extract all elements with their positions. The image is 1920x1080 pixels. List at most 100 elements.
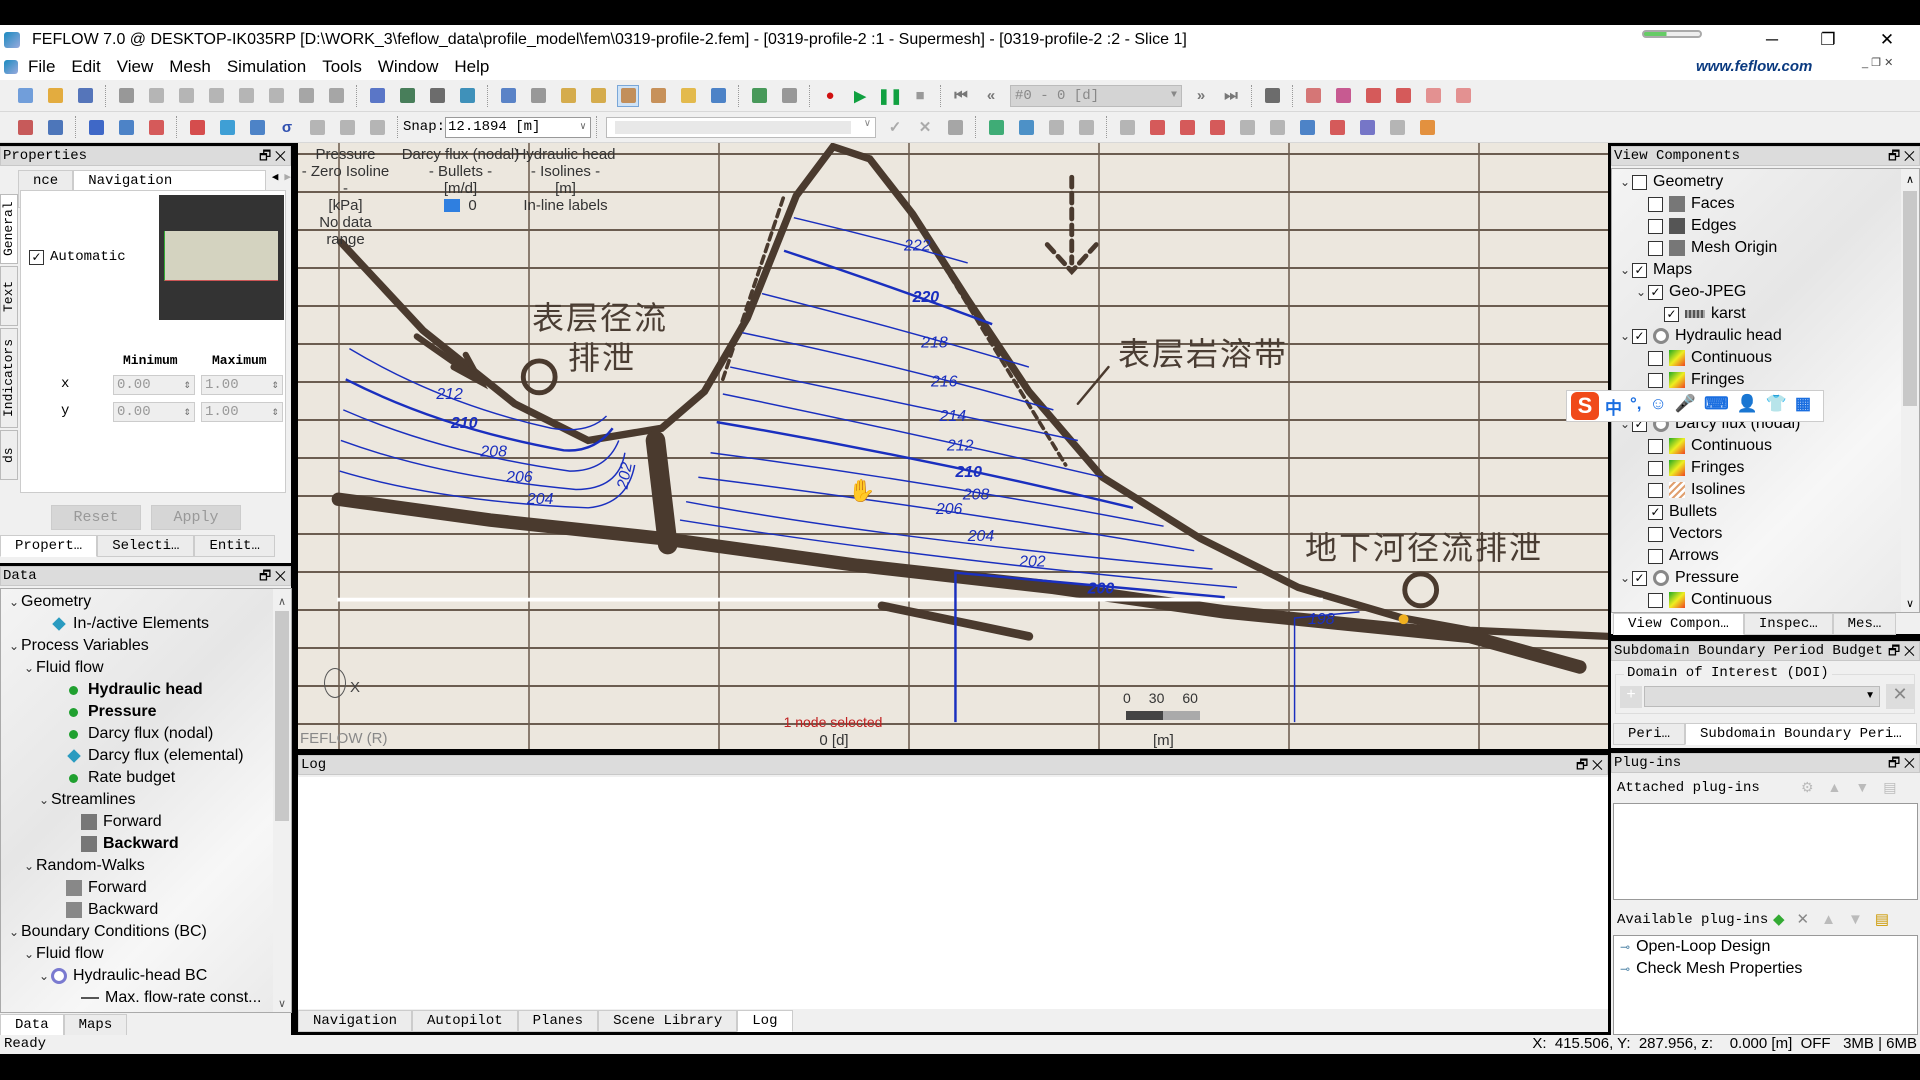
tree-item[interactable]: Fringes [1612,457,1919,479]
print-icon[interactable] [265,85,287,107]
visibility-checkbox[interactable] [1648,372,1663,388]
tree-item[interactable]: In-/active Elements [1,613,291,635]
open-icon[interactable] [44,85,66,107]
tree-item[interactable]: Mesh Origin [1612,237,1919,259]
x-max-spinbox[interactable]: 1.00 [201,375,283,395]
tree-item[interactable]: Faces [1612,193,1919,215]
panel-float-close[interactable]: 🗗 ✕ [1888,147,1915,165]
menu-view[interactable]: View [109,57,162,77]
side-tab-text[interactable]: Text [0,266,18,326]
snapshot-icon[interactable] [527,85,549,107]
select-pointer-icon[interactable] [85,116,107,138]
save-icon[interactable] [74,85,96,107]
chevron-down-icon[interactable]: ⌄ [1634,285,1648,299]
select-rect-icon[interactable] [115,116,137,138]
automatic-checkbox[interactable]: ✓ Automatic [29,249,126,265]
restore-button[interactable]: ❐ [1805,25,1851,54]
tree-item[interactable]: Arrows [1612,545,1919,567]
doi-combo[interactable]: ▼ [1644,686,1880,707]
tree-item[interactable]: Forward [1,811,291,833]
attached-plugin-actions[interactable]: ⚙▲▼▤ [1801,779,1911,796]
store-selection-icon[interactable] [246,116,268,138]
tree-item[interactable]: ⌄ ✓ Pressure [1612,567,1919,589]
crosshair-icon[interactable] [1332,85,1354,107]
tree-item[interactable]: Edges [1612,215,1919,237]
tree-item[interactable]: Hydraulic head [1,679,291,701]
ime-button[interactable]: 👤 [1737,394,1758,419]
step-back-icon[interactable]: « [980,85,1002,107]
visibility-checkbox[interactable] [1632,174,1647,190]
x-min-spinbox[interactable]: 0.00 [113,375,195,395]
reset-button[interactable]: Reset [51,505,141,530]
visibility-checkbox[interactable]: ✓ [1664,306,1679,322]
function-icon[interactable] [426,85,448,107]
step-forward-icon[interactable]: » [1190,85,1212,107]
chevron-down-icon[interactable]: ⌄ [7,595,21,609]
tree-item[interactable]: Darcy flux (elemental) [1,745,291,767]
menu-mesh[interactable]: Mesh [161,57,219,77]
undo-icon[interactable] [295,85,317,107]
tab-period[interactable]: Peri… [1613,723,1686,745]
minimize-button[interactable]: ─ [1749,25,1795,54]
minus-icon[interactable] [1386,116,1408,138]
mesh-gen-icon[interactable] [1045,116,1067,138]
tree-item[interactable]: Darcy flux (nodal) [1,723,291,745]
visibility-checkbox[interactable] [1648,218,1663,234]
select-poly-icon[interactable] [145,116,167,138]
tab-planes[interactable]: Planes [517,1010,599,1032]
refine-icon[interactable] [1116,116,1138,138]
chevron-down-icon[interactable]: ⌄ [1618,175,1632,189]
pause-icon[interactable]: ❚❚ [877,85,902,107]
ime-button[interactable]: °, [1630,394,1642,419]
panel-float-close[interactable]: 🗗 ✕ [1888,754,1915,772]
visibility-checkbox[interactable] [1648,460,1663,476]
ime-button[interactable]: 中 [1605,394,1622,419]
clear-selection-icon[interactable] [186,116,208,138]
visibility-checkbox[interactable]: ✓ [1632,570,1647,586]
y-min-spinbox[interactable]: 0.00 [113,402,195,422]
cut-icon[interactable] [115,85,137,107]
chevron-down-icon[interactable]: ⌄ [37,969,51,983]
tree-item[interactable]: ⌄ Streamlines [1,789,291,811]
tree-item[interactable]: ⌄ Process Variables [1,635,291,657]
paste-icon[interactable] [175,85,197,107]
new-icon[interactable] [14,85,36,107]
tree-item[interactable]: Continuous [1612,347,1919,369]
chevron-down-icon[interactable]: ⌄ [7,639,21,653]
mdi-controls[interactable]: _ ❐ ✕ [1862,56,1893,69]
globe-icon[interactable] [1416,116,1438,138]
tree-item[interactable]: Backward [1,833,291,855]
fepest-icon[interactable] [456,85,478,107]
visibility-checkbox[interactable] [1648,196,1663,212]
join-icon[interactable] [944,116,966,138]
tab-inspection[interactable]: Inspec… [1743,613,1833,635]
y-max-spinbox[interactable]: 1.00 [201,402,283,422]
visibility-checkbox[interactable]: ✓ [1632,262,1647,278]
ime-button[interactable]: ☺ [1650,394,1667,419]
chevron-down-icon[interactable]: ⌄ [1618,263,1632,277]
quad-split-icon[interactable] [1266,116,1288,138]
plugin-item[interactable]: ⊸ Open-Loop Design [1614,936,1917,958]
clipboard-icon[interactable] [205,85,227,107]
align-br-icon[interactable] [1392,85,1414,107]
flag-icon[interactable] [985,116,1007,138]
tree-item[interactable]: Fringes [1612,369,1919,391]
paste-special-icon[interactable] [235,85,257,107]
tree-item[interactable]: Isolines [1612,479,1919,501]
tab-maps[interactable]: Maps [63,1014,128,1036]
tree-item[interactable]: Forward [1,877,291,899]
visibility-checkbox[interactable] [1648,350,1663,366]
tree-item[interactable]: Rate budget [1,767,291,789]
new-view-icon[interactable] [748,85,770,107]
side-tab-general[interactable]: General [0,194,18,264]
sync-view-icon[interactable] [778,85,800,107]
menu-edit[interactable]: Edit [63,57,108,77]
triangle-opt-icon[interactable] [1356,116,1378,138]
flags-icon[interactable] [1015,116,1037,138]
chevron-down-icon[interactable]: ⌄ [22,661,36,675]
side-tab-ds[interactable]: ds [0,430,18,480]
chevron-down-icon[interactable]: ⌄ [37,793,51,807]
redo-sel-icon[interactable] [366,116,388,138]
select-user-icon[interactable] [14,116,36,138]
menu-file[interactable]: File [20,57,63,77]
